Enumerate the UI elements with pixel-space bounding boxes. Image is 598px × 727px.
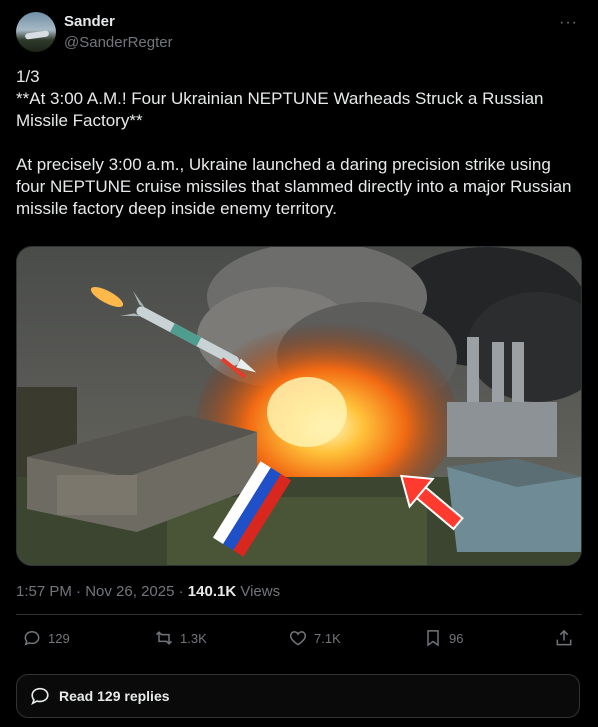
read-replies-label: Read 129 replies [59, 688, 170, 704]
meta-separator-2: · [178, 583, 184, 600]
like-button[interactable]: 7.1K [288, 628, 341, 648]
speech-bubble-icon [24, 630, 40, 646]
more-dots-icon[interactable]: ··· [559, 14, 578, 32]
tweet-date[interactable]: Nov 26, 2025 [85, 583, 174, 600]
views-count: 140.1K [187, 583, 237, 600]
tweet-time[interactable]: 1:57 PM [16, 583, 72, 600]
tweet-image[interactable] [16, 246, 582, 566]
read-replies-button[interactable]: Read 129 replies [16, 674, 580, 718]
bookmark-count: 96 [449, 630, 464, 646]
repost-count: 1.3K [180, 630, 207, 646]
user-display-name[interactable]: Sander [64, 13, 115, 30]
heart-icon [289, 631, 307, 646]
replies-bubble-icon [31, 687, 49, 706]
like-count: 7.1K [314, 630, 341, 646]
avatar-plane-image [24, 30, 50, 40]
avatar[interactable] [16, 12, 56, 52]
tweet-text: 1/3 **At 3:00 A.M.! Four Ukrainian NEPTU… [16, 67, 572, 218]
repost-button[interactable]: 1.3K [154, 628, 207, 648]
reply-button[interactable]: 129 [22, 628, 70, 648]
share-upload-icon [556, 629, 572, 646]
repost-arrows-icon [155, 631, 173, 645]
tweet-meta: 1:57 PM · Nov 26, 2025 · 140.1K Views [16, 583, 280, 600]
views-label: Views [240, 583, 281, 600]
meta-separator: · [76, 583, 82, 600]
user-handle[interactable]: @SanderRegter [64, 34, 173, 51]
bookmark-button[interactable]: 96 [423, 628, 463, 648]
explosion-scene-image [17, 247, 581, 565]
action-bar: 129 1.3K 7.1K 96 [16, 628, 582, 658]
bookmark-icon [427, 630, 439, 647]
share-button[interactable] [554, 628, 574, 648]
reply-count: 129 [48, 630, 70, 646]
divider [16, 614, 582, 615]
